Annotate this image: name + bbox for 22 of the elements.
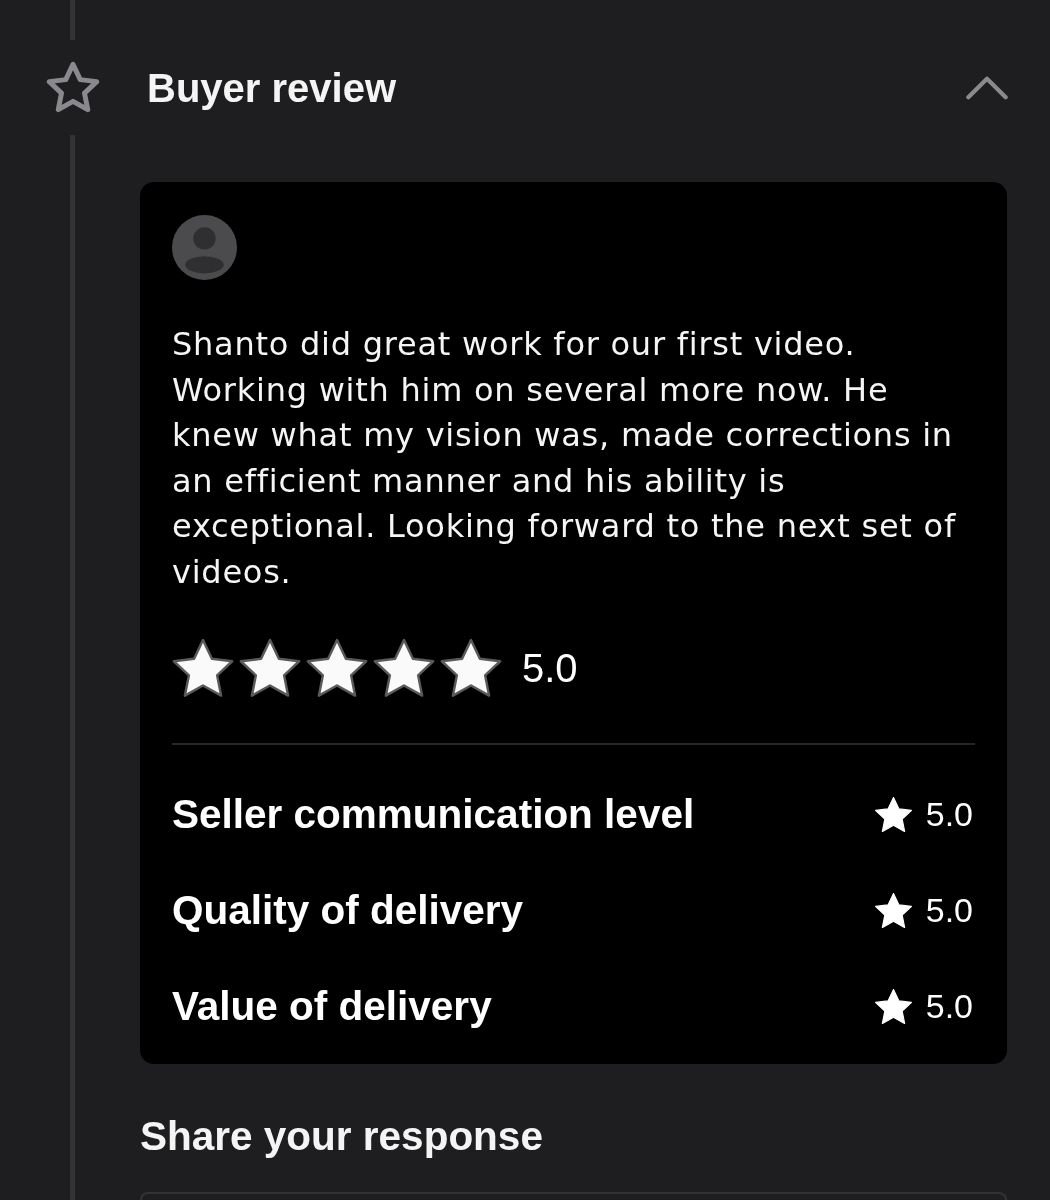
user-avatar-icon [172, 215, 237, 280]
star-icon [440, 638, 502, 698]
star-outline-icon [45, 61, 100, 113]
collapse-button[interactable] [965, 74, 1009, 102]
rating-value: 5.0 [522, 645, 578, 691]
rating-value: 5.0 [925, 890, 973, 930]
rating-value: 5.0 [925, 986, 973, 1026]
star-icon [874, 988, 912, 1024]
criterion-label: Quality of delivery [172, 886, 524, 934]
review-text: Shanto did great work for our first video. Working with him on several more now. He knew what my vision was, made corrections in an efficient manner and his ability is exceptional. Looking forward to the next set of videos. [172, 324, 957, 593]
star-icon [172, 638, 234, 698]
star-icon [239, 638, 301, 698]
criterion-label: Seller communication level [172, 790, 695, 838]
star-icon [874, 892, 912, 928]
star-icon [874, 796, 912, 832]
star-icon [306, 638, 368, 698]
chevron-up-icon [966, 76, 1008, 100]
rating-value: 5.0 [925, 794, 973, 834]
star-icon [373, 638, 435, 698]
criterion-label: Value of delivery [172, 982, 492, 1030]
section-heading: Share your response [140, 1114, 544, 1158]
section-title: Buyer review [147, 65, 397, 112]
